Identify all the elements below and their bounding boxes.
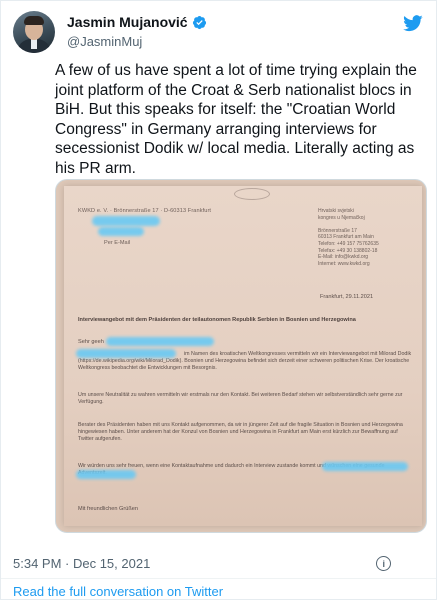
sender-address: Hrvatski svjetski kongres u Njemačkoj Br…: [318, 208, 414, 267]
address-line: [318, 221, 414, 228]
letter-paragraph: Um unsere Neutralität zu wahren vermitte…: [78, 392, 403, 406]
tweet-text: A few of us have spent a lot of time try…: [55, 62, 417, 177]
divider: [1, 578, 436, 579]
letter-closing: Mit freundlichen Grüßen: [78, 506, 139, 512]
tweet-timestamp[interactable]: 5:34 PM · Dec 15, 2021: [13, 556, 150, 571]
verified-badge-icon: [192, 15, 206, 29]
address-line: Hrvatski svjetski: [318, 208, 354, 214]
letter-date: Frankfurt, 29.11.2021: [320, 294, 374, 300]
tweet-card: Jasmin Mujanović @JasminMuj A few of us …: [0, 0, 437, 600]
twitter-bird-icon[interactable]: [402, 13, 424, 33]
redaction-outlet: [322, 462, 408, 471]
address-line: 60313 Frankfurt am Main: [318, 234, 374, 241]
author-avatar[interactable]: [13, 11, 55, 53]
address-line: Telefax: +49 30 138802-18: [318, 247, 378, 254]
letter-paragraph: Berater des Präsidenten haben mit uns Ko…: [78, 422, 403, 443]
redaction-recipient: [92, 216, 160, 226]
tweet-photo[interactable]: KWKD e. V. · Brönnerstraße 17 · D-60313 …: [55, 179, 427, 533]
address-line: kongres u Njemačkoj: [318, 214, 365, 221]
address-line: Telefon: +49 157 75762635: [318, 240, 379, 247]
letter-subject: Interviewangebot mit dem Präsidenten der…: [78, 317, 356, 323]
author-handle[interactable]: @JasminMuj: [67, 34, 142, 49]
redaction-name: [76, 349, 176, 358]
read-conversation-link[interactable]: Read the full conversation on Twitter: [13, 584, 223, 599]
address-line: Internet: www.kwkd.org: [318, 260, 370, 267]
letter-document: KWKD e. V. · Brönnerstraße 17 · D-60313 …: [64, 186, 422, 526]
info-icon[interactable]: i: [376, 556, 392, 571]
redaction-outlet-2: [76, 470, 136, 479]
author-name[interactable]: Jasmin Mujanović: [67, 14, 188, 30]
tweet-meta: 5:34 PM · Dec 15, 2021 i: [13, 556, 392, 571]
tweet-header: Jasmin Mujanović @JasminMuj: [13, 11, 424, 55]
redaction-name: [106, 337, 214, 346]
letter-salutation: Sehr geeh: [78, 339, 104, 345]
address-line: Brönnerstraße 17: [318, 227, 357, 234]
letterhead-logo: [234, 188, 270, 200]
sender-line: KWKD e. V. · Brönnerstraße 17 · D-60313 …: [78, 208, 212, 214]
per-email-label: Per E-Mail: [104, 240, 131, 246]
redaction-recipient-2: [98, 227, 144, 236]
author-name-row[interactable]: Jasmin Mujanović: [67, 14, 207, 30]
address-line: E-Mail: info@kwkd.org: [318, 254, 369, 261]
